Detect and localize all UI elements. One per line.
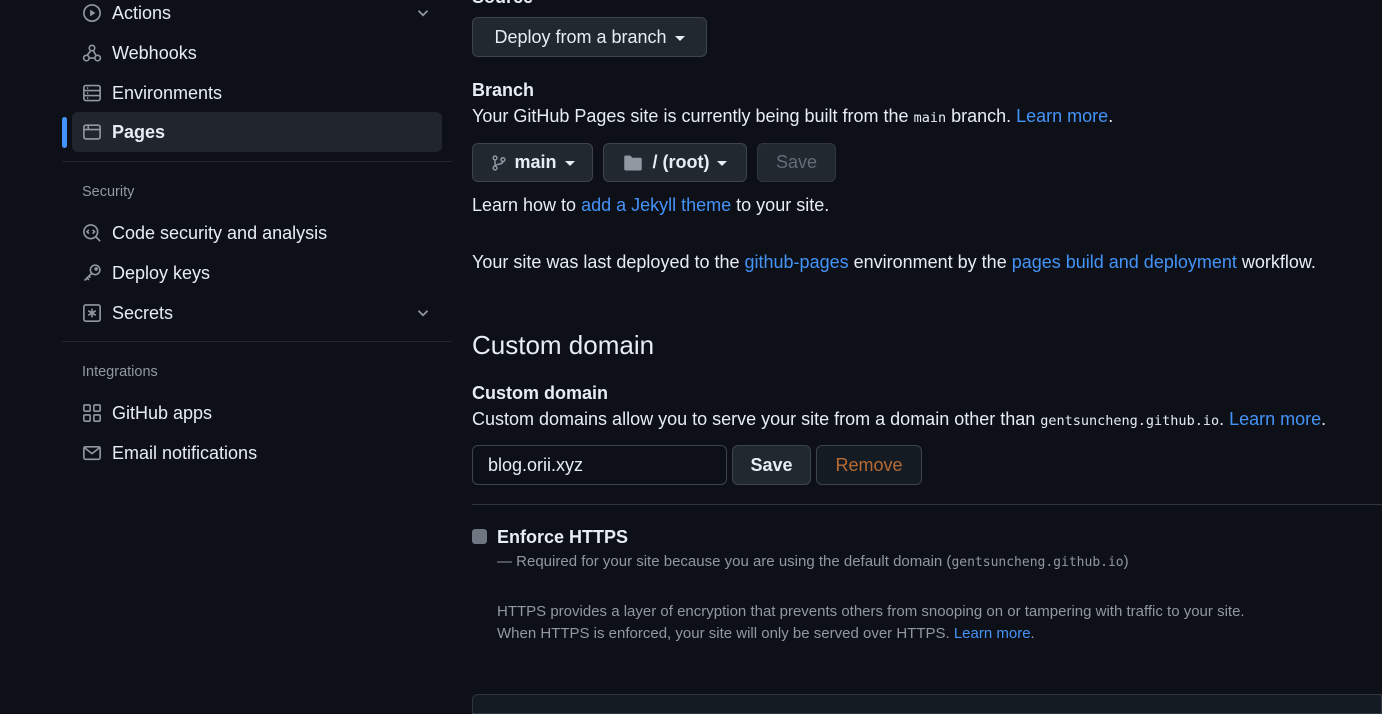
sidebar-item-label: Pages <box>112 121 166 142</box>
period: . <box>1108 106 1114 126</box>
branch-select-button[interactable]: main <box>472 143 593 182</box>
sidebar-heading-integrations: Integrations <box>82 364 158 380</box>
period: . <box>1219 409 1225 429</box>
sidebar-item-webhooks[interactable]: Webhooks <box>72 33 442 73</box>
sidebar-item-label: Environments <box>112 82 223 103</box>
sidebar-item-actions[interactable]: Actions <box>72 0 442 33</box>
branch-learn-more-link[interactable]: Learn more <box>1016 106 1108 126</box>
branch-save-button[interactable]: Save <box>757 143 836 182</box>
default-domain-code: gentsuncheng.github.io <box>951 555 1124 570</box>
sidebar-item-code-security[interactable]: Code security and analysis <box>72 213 442 253</box>
play-icon <box>81 2 103 24</box>
pages-settings-main: Source Deploy from a branch Branch Your … <box>472 0 1382 714</box>
webhook-icon <box>81 42 103 64</box>
default-domain-code: gentsuncheng.github.io <box>1040 413 1220 429</box>
caret-down-icon <box>564 161 575 166</box>
sidebar-item-github-apps[interactable]: GitHub apps <box>72 393 442 433</box>
sidebar-item-label: Deploy keys <box>112 262 211 283</box>
github-pages-environment-link[interactable]: github-pages <box>745 252 849 272</box>
sidebar-item-secrets[interactable]: Secrets <box>72 293 442 333</box>
https-info-line-1: HTTPS provides a layer of encryption tha… <box>497 603 1245 620</box>
source-heading: Source <box>472 0 533 8</box>
https-learn-more-link[interactable]: Learn more <box>954 625 1031 642</box>
sidebar-item-label: GitHub apps <box>112 402 213 423</box>
custom-domain-save-button[interactable]: Save <box>732 445 811 485</box>
deploy-suffix: workflow. <box>1236 252 1316 272</box>
chevron-down-icon[interactable] <box>414 4 432 22</box>
branch-desc-text-2: branch. <box>946 106 1017 126</box>
sidebar-item-label: Email notifications <box>112 442 258 463</box>
branch-heading: Branch <box>472 80 535 100</box>
key-icon <box>81 262 103 284</box>
caret-down-icon <box>717 161 728 166</box>
enforce-https-checkbox[interactable] <box>472 529 487 544</box>
next-section-box <box>472 694 1382 714</box>
caret-down-icon <box>674 35 685 41</box>
source-dropdown[interactable]: Deploy from a branch <box>472 17 707 57</box>
https-required-text: — Required for your site because you are… <box>497 553 952 570</box>
branch-description: Your GitHub Pages site is currently bein… <box>472 106 1113 127</box>
custom-domain-section-title: Custom domain <box>472 330 655 360</box>
apps-icon <box>81 402 103 424</box>
deploy-prefix: Your site was last deployed to the <box>472 252 745 272</box>
browser-icon <box>81 121 103 143</box>
period: . <box>1321 409 1327 429</box>
active-indicator <box>62 117 67 148</box>
folder-select-button[interactable]: / (root) <box>603 143 747 182</box>
sidebar-item-email-notifications[interactable]: Email notifications <box>72 433 442 473</box>
sidebar-item-deploy-keys[interactable]: Deploy keys <box>72 253 442 293</box>
custom-domain-input[interactable] <box>472 445 727 485</box>
key-asterisk-icon <box>81 302 103 324</box>
server-icon <box>81 82 103 104</box>
codescan-icon <box>81 222 103 244</box>
sidebar-heading-security: Security <box>82 184 135 200</box>
branch-select-label: main <box>514 152 557 172</box>
branch-desc-text: Your GitHub Pages site is currently bein… <box>472 106 914 126</box>
sidebar-divider <box>62 161 452 162</box>
deploy-middle: environment by the <box>848 252 1012 272</box>
git-branch-icon <box>492 154 507 171</box>
custom-domain-description: Custom domains allow you to serve your s… <box>472 409 1326 430</box>
section-divider <box>472 504 1382 505</box>
chevron-down-icon[interactable] <box>414 304 432 322</box>
custom-domain-learn-more-link[interactable]: Learn more <box>1229 409 1321 429</box>
https-required-note: — Required for your site because you are… <box>497 553 1129 570</box>
jekyll-prefix: Learn how to <box>472 195 582 215</box>
custom-domain-label: Custom domain <box>472 383 609 403</box>
workflow-link[interactable]: pages build and deployment <box>1012 252 1237 272</box>
branch-desc-code: main <box>913 110 947 126</box>
sidebar-divider <box>62 341 452 342</box>
source-dropdown-label: Deploy from a branch <box>494 26 667 47</box>
folder-icon <box>623 155 642 170</box>
jekyll-theme-text: Learn how to add a Jekyll theme to your … <box>472 195 829 216</box>
last-deploy-text: Your site was last deployed to the githu… <box>472 252 1316 273</box>
period: . <box>1030 625 1035 642</box>
https-info-line-2: When HTTPS is enforced, your site will o… <box>497 625 1035 642</box>
jekyll-suffix: to your site. <box>731 195 830 215</box>
sidebar-item-label: Code security and analysis <box>112 222 328 243</box>
custom-domain-desc-text: Custom domains allow you to serve your s… <box>472 409 1041 429</box>
jekyll-theme-link[interactable]: add a Jekyll theme <box>581 195 731 215</box>
sidebar-item-label: Webhooks <box>112 42 197 63</box>
mail-icon <box>81 442 103 464</box>
sidebar-item-environments[interactable]: Environments <box>72 73 442 113</box>
sidebar-item-label: Secrets <box>112 302 174 323</box>
custom-domain-remove-button[interactable]: Remove <box>816 445 922 485</box>
sidebar-item-label: Actions <box>112 2 172 23</box>
https-required-suffix: ) <box>1123 553 1129 570</box>
sidebar-item-pages[interactable]: Pages <box>72 112 442 152</box>
folder-select-label: / (root) <box>652 152 710 172</box>
enforce-https-label: Enforce HTTPS <box>497 527 629 547</box>
settings-sidebar: Actions Webhooks Environments Pages Secu… <box>62 0 452 705</box>
https-info-text: When HTTPS is enforced, your site will o… <box>497 625 954 642</box>
